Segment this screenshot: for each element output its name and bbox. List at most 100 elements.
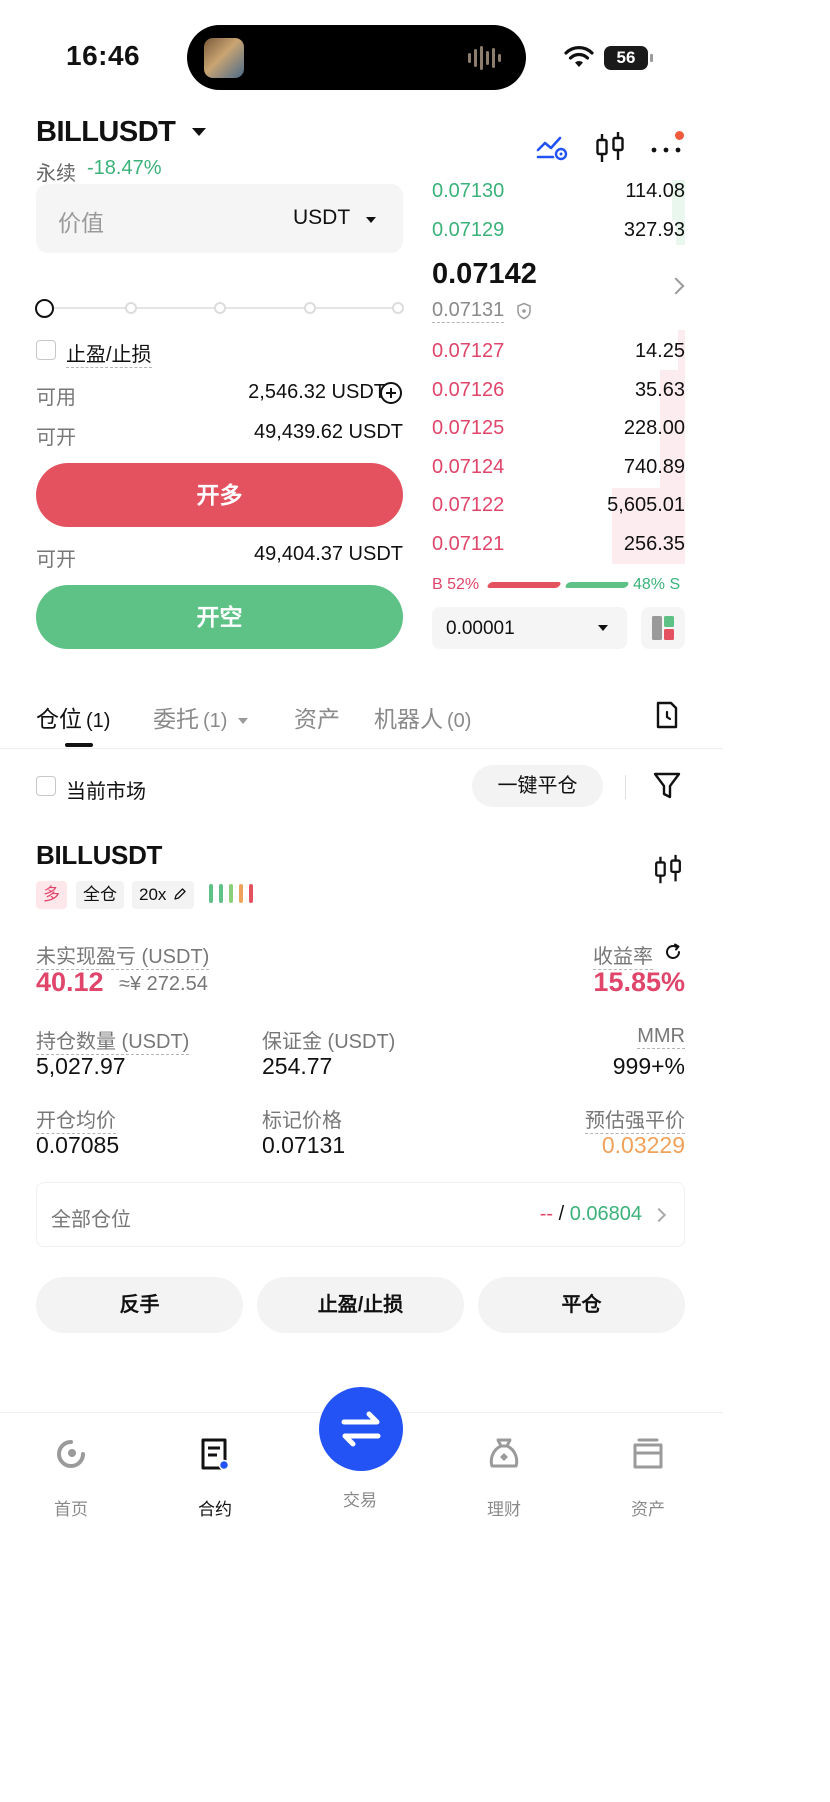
slider-stop-50[interactable] bbox=[214, 302, 226, 314]
tab-positions[interactable]: 仓位 (1) bbox=[36, 700, 110, 734]
nav-label: 首页 bbox=[54, 1500, 88, 1519]
available-label: 可用 bbox=[36, 387, 76, 409]
risk-level-bar bbox=[219, 884, 223, 903]
tpsl-button[interactable]: 止盈/止损 bbox=[257, 1277, 464, 1333]
value-placeholder: 价值 bbox=[58, 210, 104, 236]
refresh-icon[interactable] bbox=[664, 943, 682, 961]
transfer-plus-icon[interactable] bbox=[380, 382, 402, 404]
order-value-input[interactable]: 价值 USDT bbox=[36, 184, 403, 253]
tab-assets[interactable]: 资产 bbox=[294, 700, 340, 734]
roe-value: 15.85% bbox=[593, 967, 685, 997]
bid-price[interactable]: 0.07121 bbox=[432, 533, 504, 556]
all-positions-neg: -- bbox=[539, 1203, 554, 1225]
current-market-checkbox[interactable] bbox=[36, 776, 56, 796]
all-positions-value: -- / 0.06804 bbox=[540, 1203, 642, 1226]
bid-price[interactable]: 0.07125 bbox=[432, 417, 504, 440]
pair-dropdown-icon[interactable] bbox=[192, 128, 206, 136]
orderbook-layout-button[interactable] bbox=[641, 607, 685, 649]
mark-price-label: 标记价格 bbox=[262, 1110, 342, 1132]
open-long-button[interactable]: 开多 bbox=[36, 463, 403, 527]
value-unit-select[interactable]: USDT bbox=[293, 206, 350, 230]
bid-price[interactable]: 0.07124 bbox=[432, 456, 504, 479]
audio-wave-icon bbox=[468, 45, 506, 71]
direction-badge: 多 bbox=[36, 881, 67, 909]
reverse-button[interactable]: 反手 bbox=[36, 1277, 243, 1333]
precision-select[interactable]: 0.00001 bbox=[432, 607, 627, 649]
open-short-button[interactable]: 开空 bbox=[36, 585, 403, 649]
tab-orders[interactable]: 委托 (1) bbox=[153, 700, 248, 734]
risk-level-bar bbox=[249, 884, 253, 903]
ask-price[interactable]: 0.07129 bbox=[432, 219, 504, 242]
tab-count: (1) bbox=[86, 710, 111, 732]
risk-level-bar bbox=[209, 884, 213, 903]
dynamic-island[interactable] bbox=[187, 25, 526, 90]
current-market-label[interactable]: 当前市场 bbox=[66, 775, 146, 804]
trade-button[interactable] bbox=[319, 1387, 403, 1471]
liq-price-value: 0.03229 bbox=[601, 1132, 685, 1158]
bid-price[interactable]: 0.07122 bbox=[432, 494, 504, 517]
pair-title[interactable]: BILLUSDT bbox=[36, 116, 176, 149]
mmr-value: 999+% bbox=[612, 1053, 685, 1079]
risk-level-bar bbox=[229, 884, 233, 903]
filter-icon[interactable] bbox=[653, 771, 681, 801]
all-positions-row[interactable]: 全部仓位 -- / 0.06804 bbox=[36, 1182, 685, 1247]
bid-price[interactable]: 0.07126 bbox=[432, 379, 504, 402]
ask-qty: 114.08 bbox=[625, 180, 685, 202]
notification-dot bbox=[675, 131, 684, 140]
open-short-label: 可开 bbox=[36, 549, 76, 571]
ask-qty: 327.93 bbox=[623, 219, 685, 241]
bid-qty: 14.25 bbox=[634, 340, 685, 362]
indicator-chart-icon[interactable] bbox=[535, 130, 571, 166]
slider-stop-100[interactable] bbox=[392, 302, 404, 314]
nav-home[interactable]: 首页 bbox=[31, 1436, 111, 1520]
futures-icon bbox=[201, 1438, 230, 1471]
nav-earn[interactable]: 理财 bbox=[464, 1436, 544, 1520]
chevron-right-icon[interactable] bbox=[651, 1207, 667, 1223]
all-positions-pos: 0.06804 bbox=[569, 1203, 642, 1225]
tpsl-label[interactable]: 止盈/止损 bbox=[66, 344, 152, 368]
ask-price[interactable]: 0.07130 bbox=[432, 180, 504, 203]
tpsl-checkbox[interactable] bbox=[36, 340, 56, 360]
mark-price: 0.07131 bbox=[432, 299, 505, 323]
wallet-icon bbox=[633, 1438, 663, 1469]
tab-bots[interactable]: 机器人 (0) bbox=[374, 700, 471, 734]
caret-down-icon[interactable] bbox=[237, 717, 248, 724]
bid-qty: 35.63 bbox=[634, 379, 685, 401]
candlestick-icon[interactable] bbox=[592, 130, 628, 166]
history-icon[interactable] bbox=[654, 700, 680, 730]
bid-price[interactable]: 0.07127 bbox=[432, 340, 504, 363]
divider bbox=[0, 748, 723, 749]
home-icon bbox=[57, 1440, 85, 1468]
last-price[interactable]: 0.07142 bbox=[432, 258, 537, 291]
close-all-button[interactable]: 一键平仓 bbox=[472, 765, 603, 807]
candlestick-icon[interactable] bbox=[651, 853, 685, 887]
unrealized-pnl-cny: ≈¥ 272.54 bbox=[119, 973, 208, 995]
position-size-label[interactable]: 持仓数量 (USDT) bbox=[36, 1031, 190, 1055]
bid-qty: 228.00 bbox=[623, 417, 685, 439]
chevron-right-icon[interactable] bbox=[667, 277, 685, 295]
slider-stop-75[interactable] bbox=[304, 302, 316, 314]
tab-count: (0) bbox=[447, 710, 472, 732]
leverage-badge[interactable]: 20x bbox=[132, 881, 195, 909]
caret-down-icon[interactable] bbox=[598, 625, 608, 631]
margin-value: 254.77 bbox=[262, 1053, 333, 1079]
mmr-label[interactable]: MMR bbox=[637, 1025, 685, 1049]
nav-label: 资产 bbox=[631, 1500, 665, 1519]
close-position-button[interactable]: 平仓 bbox=[478, 1277, 685, 1333]
amount-slider-thumb[interactable] bbox=[35, 299, 54, 318]
position-symbol[interactable]: BILLUSDT bbox=[36, 840, 162, 871]
liq-price-label[interactable]: 预估强平价 bbox=[585, 1110, 685, 1134]
nav-label: 合约 bbox=[198, 1500, 232, 1519]
caret-down-icon[interactable] bbox=[366, 217, 376, 223]
edit-icon[interactable] bbox=[173, 887, 187, 901]
nav-assets[interactable]: 资产 bbox=[608, 1436, 688, 1520]
risk-level-bar bbox=[239, 884, 243, 903]
layout-icon bbox=[652, 616, 674, 640]
price-change: -18.47% bbox=[87, 157, 162, 179]
nav-futures[interactable]: 合约 bbox=[175, 1436, 255, 1520]
entry-price-label[interactable]: 开仓均价 bbox=[36, 1110, 116, 1134]
status-time: 16:46 bbox=[66, 40, 141, 71]
slider-stop-25[interactable] bbox=[125, 302, 137, 314]
nav-label: 交易 bbox=[343, 1491, 377, 1510]
tab-label: 委托 bbox=[153, 706, 199, 732]
